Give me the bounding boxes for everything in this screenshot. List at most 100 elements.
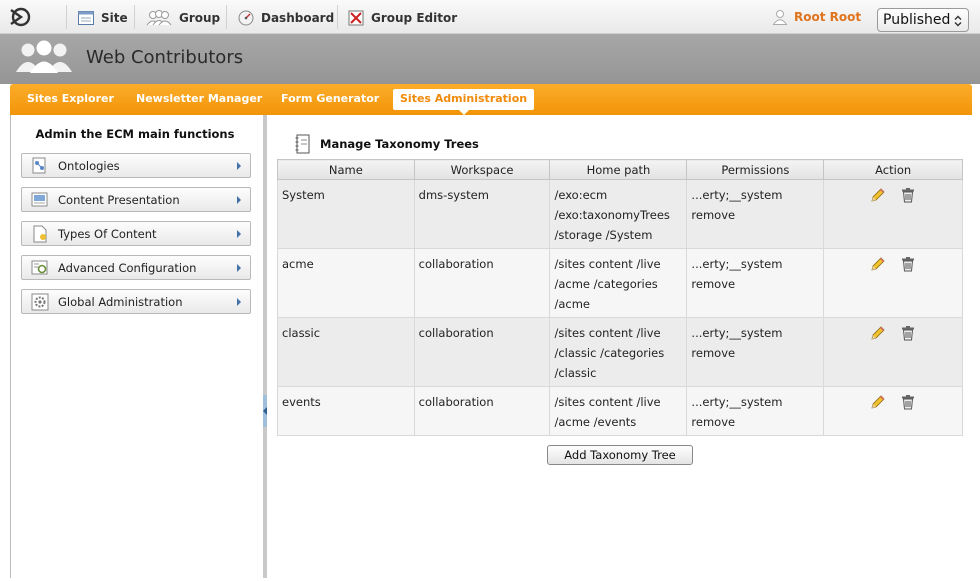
chevron-right-icon <box>237 230 241 238</box>
nav-site[interactable]: Site <box>78 9 128 27</box>
cell-permissions: ...erty;__system remove <box>686 386 825 436</box>
delete-trash-icon[interactable] <box>900 187 916 203</box>
sidebar-item-global-administration[interactable]: Global Administration <box>21 289 251 314</box>
taxonomy-tree-icon <box>295 134 310 154</box>
content-presentation-icon <box>31 192 48 206</box>
toolbar-separator <box>134 5 135 29</box>
path-line: /storage /System <box>554 228 653 242</box>
delete-trash-icon[interactable] <box>900 394 916 410</box>
column-header-workspace: Workspace <box>413 159 551 180</box>
cell-workspace: collaboration <box>413 248 551 318</box>
delete-trash-icon[interactable] <box>900 256 916 272</box>
table-row: acme collaboration /sites content /live … <box>277 248 963 318</box>
global-administration-icon <box>31 293 49 310</box>
path-line: /exo:taxonomyTrees <box>554 208 670 222</box>
nav-dashboard[interactable]: Dashboard <box>238 9 334 27</box>
path-line: /acme /events <box>554 415 637 429</box>
nav-site-label: Site <box>101 11 128 25</box>
portlet-tab-bar: Sites Explorer Newsletter Manager Form G… <box>10 84 972 115</box>
cell-permissions: ...erty;__system remove <box>686 317 825 387</box>
chevron-right-icon <box>237 264 241 272</box>
chevron-right-icon <box>237 196 241 204</box>
site-icon <box>78 11 94 25</box>
nav-dashboard-label: Dashboard <box>261 11 335 25</box>
tab-sites-administration[interactable]: Sites Administration <box>393 89 535 115</box>
permission-line: ...erty;__system <box>691 326 783 340</box>
edit-pencil-icon[interactable] <box>870 325 886 341</box>
permission-line: remove <box>691 208 736 222</box>
page-title: Web Contributors <box>86 47 244 68</box>
cell-permissions: ...erty;__system remove <box>686 248 825 318</box>
tab-form-generator[interactable]: Form Generator <box>281 92 379 105</box>
chevron-right-icon <box>237 162 241 170</box>
nav-group-editor[interactable]: Group Editor <box>348 9 457 27</box>
sidebar-item-label: Advanced Configuration <box>58 260 197 275</box>
table-row: classic collaboration /sites content /li… <box>277 317 963 387</box>
advanced-configuration-icon <box>31 260 48 274</box>
cell-action <box>823 317 963 387</box>
column-header-permissions: Permissions <box>686 159 825 180</box>
user-menu[interactable]: Root Root <box>772 9 861 25</box>
select-arrows-icon <box>954 15 962 27</box>
cell-home-path: /sites content /live /acme /events <box>549 386 688 436</box>
exo-logo-icon[interactable] <box>9 6 31 28</box>
sidebar-item-types-of-content[interactable]: Types Of Content <box>21 221 251 246</box>
sidebar-item-advanced-configuration[interactable]: Advanced Configuration <box>21 255 251 280</box>
admin-frame: Admin the ECM main functions Ontologies … <box>10 115 972 578</box>
path-line: /classic <box>554 366 597 380</box>
add-taxonomy-tree-button[interactable]: Add Taxonomy Tree <box>547 445 693 465</box>
sidebar-item-content-presentation[interactable]: Content Presentation <box>21 187 251 212</box>
permission-line: remove <box>691 277 736 291</box>
permission-line: remove <box>691 346 736 360</box>
path-line: /acme /categories <box>554 277 658 291</box>
taxonomy-table: Name Workspace Home path Permissions Act… <box>277 159 963 436</box>
edit-pencil-icon[interactable] <box>870 394 886 410</box>
cell-name: System <box>277 179 415 249</box>
table-header-row: Name Workspace Home path Permissions Act… <box>277 159 963 180</box>
tab-sites-explorer[interactable]: Sites Explorer <box>27 92 114 105</box>
permission-line: ...erty;__system <box>691 395 783 409</box>
cell-name: classic <box>277 317 415 387</box>
sidebar-item-ontologies[interactable]: Ontologies <box>21 153 251 178</box>
top-toolbar: Site Group Dashboard Group Editor Root R… <box>0 0 980 34</box>
types-of-content-icon <box>33 225 47 242</box>
nav-group-label: Group <box>179 11 221 25</box>
left-panel-title: Admin the ECM main functions <box>35 127 235 141</box>
toolbar-separator <box>66 5 67 29</box>
cell-name: events <box>277 386 415 436</box>
cell-workspace: dms-system <box>413 179 551 249</box>
manage-taxonomy-label: Manage Taxonomy Trees <box>320 137 479 151</box>
toolbar-separator <box>226 5 227 29</box>
publish-mode-select[interactable]: Published <box>877 8 969 32</box>
path-line: /sites content /live <box>554 257 661 271</box>
tab-newsletter-manager[interactable]: Newsletter Manager <box>136 92 262 105</box>
sidebar-item-label: Content Presentation <box>58 192 180 207</box>
sidebar-item-label: Global Administration <box>58 294 183 309</box>
portal-header: Web Contributors <box>0 34 980 84</box>
permission-line: ...erty;__system <box>691 188 783 202</box>
cell-workspace: collaboration <box>413 317 551 387</box>
cell-home-path: /sites content /live /acme /categories /… <box>549 248 688 318</box>
group-editor-icon <box>348 10 364 26</box>
dashboard-icon <box>238 10 254 26</box>
delete-trash-icon[interactable] <box>900 325 916 341</box>
cell-home-path: /sites content /live /classic /categorie… <box>549 317 688 387</box>
nav-group-editor-label: Group Editor <box>371 11 458 25</box>
cell-action <box>823 179 963 249</box>
path-line: /exo:ecm <box>554 188 608 202</box>
left-panel: Admin the ECM main functions Ontologies … <box>11 115 263 578</box>
chevron-right-icon <box>237 298 241 306</box>
edit-pencil-icon[interactable] <box>870 256 886 272</box>
column-header-home-path: Home path <box>549 159 688 180</box>
path-line: /classic /categories <box>554 346 665 360</box>
column-header-name: Name <box>277 159 415 180</box>
nav-group[interactable]: Group <box>146 9 220 27</box>
cell-name: acme <box>277 248 415 318</box>
cell-permissions: ...erty;__system remove <box>686 179 825 249</box>
publish-mode-value: Published <box>883 12 951 28</box>
path-line: /sites content /live <box>554 326 661 340</box>
column-header-action: Action <box>823 159 963 180</box>
sidebar-item-label: Types Of Content <box>58 226 157 241</box>
cell-action <box>823 386 963 436</box>
edit-pencil-icon[interactable] <box>870 187 886 203</box>
